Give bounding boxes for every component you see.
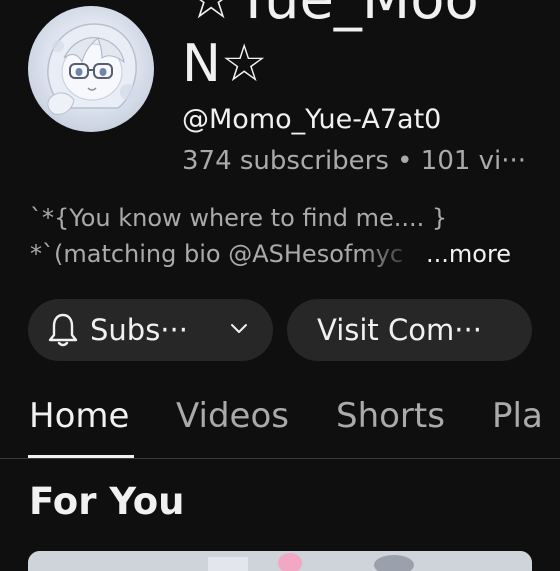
channel-handle: @Momo_Yue-A7at0 — [182, 104, 442, 135]
avatar-illustration — [47, 23, 137, 115]
visit-community-label: Visit Com··· — [317, 313, 482, 347]
visit-community-button[interactable]: Visit Com··· — [287, 299, 532, 361]
chevron-down-icon — [229, 319, 249, 339]
tabs-divider — [0, 458, 560, 459]
bio-line-1: `*{You know where to find me.... } — [30, 204, 448, 232]
channel-avatar[interactable] — [28, 6, 154, 132]
tab-home[interactable]: Home — [29, 396, 129, 436]
thumbnail-preview — [28, 551, 532, 571]
subscribe-button[interactable]: Subs··· — [28, 299, 273, 361]
section-title: For You — [29, 480, 185, 523]
channel-name-line2: N☆ — [182, 34, 268, 94]
bell-icon — [48, 311, 82, 349]
tab-playlists[interactable]: Pla — [492, 396, 543, 436]
bio-line-2-container: *`(matching bio @ASHesofmyc — [30, 240, 420, 274]
channel-stats[interactable]: 374 subscribers • 101 vi··· — [182, 146, 526, 176]
subscribe-button-label: Subs··· — [90, 313, 188, 347]
bio-line-2: *`(matching bio @ASHesofmyc — [30, 240, 404, 268]
tab-shorts[interactable]: Shorts — [336, 396, 445, 436]
channel-name-line1: ☆Yue_Moo — [186, 0, 479, 30]
tab-videos[interactable]: Videos — [176, 396, 289, 436]
video-thumbnail[interactable] — [28, 551, 532, 571]
bio-more-link[interactable]: ...more — [426, 240, 511, 268]
